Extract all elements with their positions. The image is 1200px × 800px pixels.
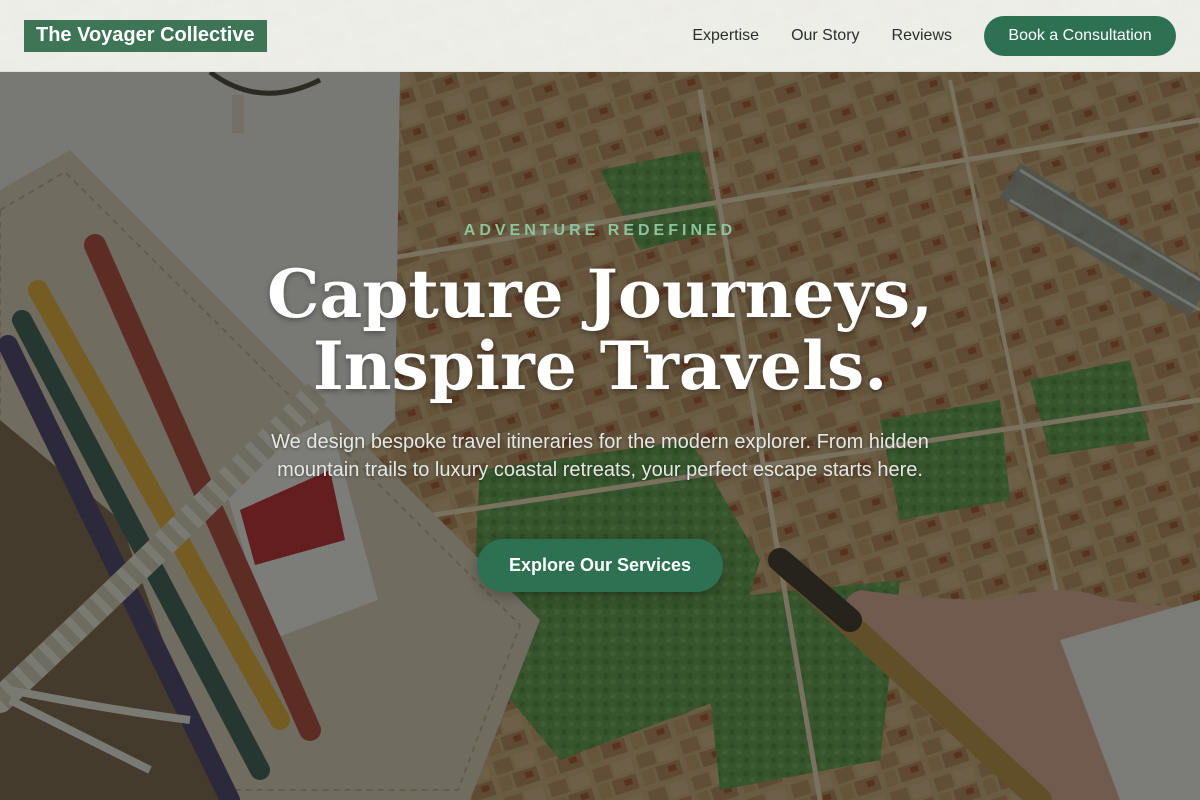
- brand-logo[interactable]: The Voyager Collective: [24, 19, 267, 52]
- nav-links: Expertise Our Story Reviews Book a Consu…: [692, 15, 1176, 56]
- nav-link-our-story[interactable]: Our Story: [791, 27, 859, 45]
- nav-link-reviews[interactable]: Reviews: [892, 27, 952, 45]
- hero-eyebrow: ADVENTURE REDEFINED: [463, 222, 737, 239]
- nav-link-expertise[interactable]: Expertise: [692, 27, 759, 45]
- book-consultation-button[interactable]: Book a Consultation: [984, 15, 1176, 56]
- hero-headline: Capture Journeys, Inspire Travels.: [266, 255, 934, 405]
- hero-description: We design bespoke travel itineraries for…: [271, 431, 929, 481]
- hero-content: ADVENTURE REDEFINED Capture Journeys, In…: [0, 0, 1200, 800]
- top-navigation-bar: The Voyager Collective Expertise Our Sto…: [0, 0, 1200, 72]
- explore-services-button[interactable]: Explore Our Services: [477, 539, 723, 592]
